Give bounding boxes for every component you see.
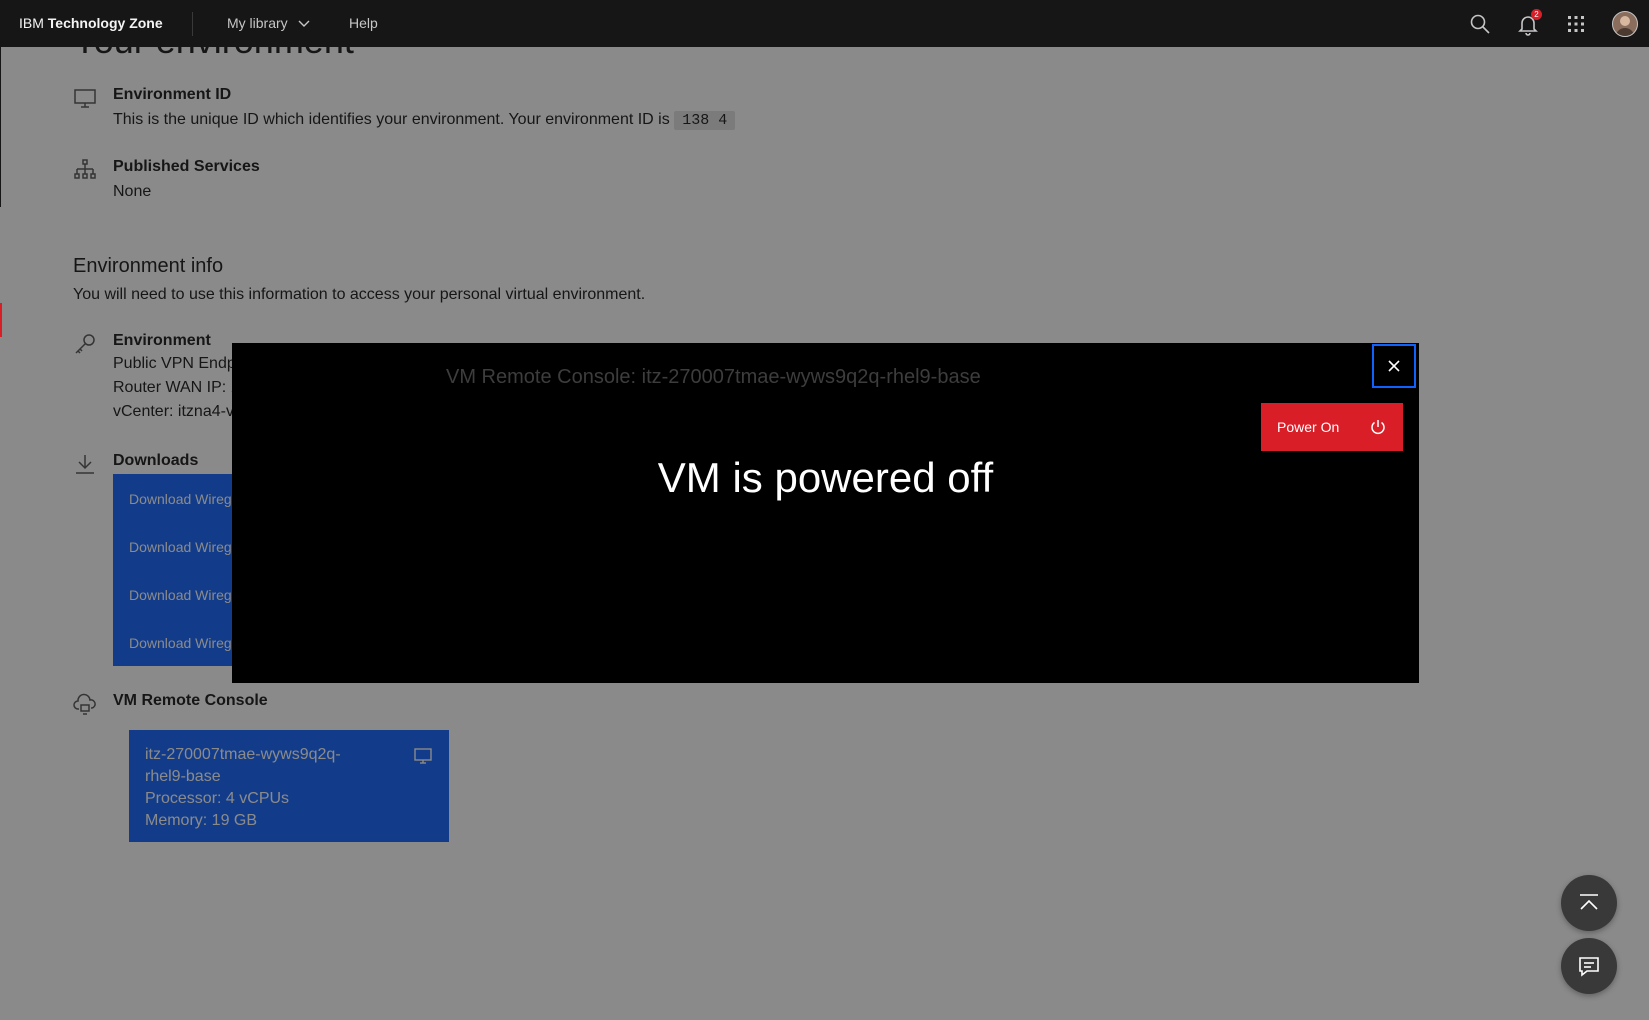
notification-badge: 2 [1531, 9, 1542, 20]
avatar-image [1616, 16, 1634, 36]
brand-logo[interactable]: IBM Technology Zone [19, 15, 163, 31]
top-header: IBM Technology Zone My library Help 2 [0, 0, 1649, 47]
back-to-top-icon [1580, 894, 1598, 910]
close-button[interactable] [1372, 344, 1416, 388]
app-switcher-icon[interactable] [1564, 12, 1588, 36]
brand-prefix: IBM [19, 15, 44, 31]
nav-my-library[interactable]: My library [227, 15, 310, 31]
user-avatar[interactable] [1612, 11, 1638, 37]
power-icon [1371, 420, 1385, 435]
chat-icon [1579, 957, 1599, 977]
vm-console-modal: VM Remote Console: itz-270007tmae-wyws9q… [232, 343, 1419, 683]
back-to-top-button[interactable] [1561, 875, 1617, 931]
close-icon [1388, 360, 1400, 372]
header-divider [192, 12, 193, 36]
window-edge [0, 47, 1, 207]
power-on-label: Power On [1277, 419, 1340, 435]
chevron-down-icon [298, 20, 310, 27]
nav-help[interactable]: Help [349, 15, 378, 31]
search-icon[interactable] [1468, 12, 1492, 36]
vm-status-message: VM is powered off [657, 454, 994, 501]
edge-marker [0, 303, 2, 337]
power-on-button[interactable]: Power On [1261, 403, 1403, 451]
nav-my-library-label: My library [227, 15, 288, 31]
brand-name: Technology Zone [47, 15, 163, 31]
modal-title: VM Remote Console: itz-270007tmae-wyws9q… [446, 366, 981, 388]
chat-button[interactable] [1561, 938, 1617, 994]
